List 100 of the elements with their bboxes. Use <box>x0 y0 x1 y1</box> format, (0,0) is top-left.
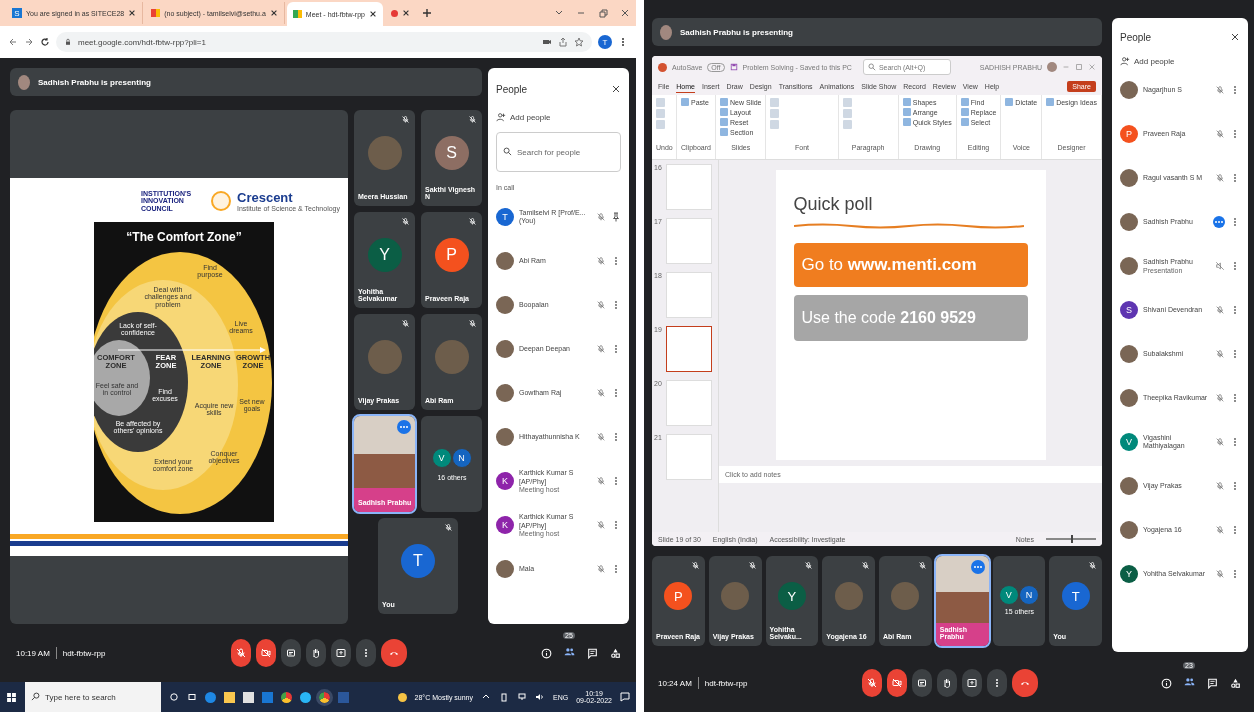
profile-avatar[interactable]: T <box>598 35 612 49</box>
photo-placeholder <box>367 340 402 374</box>
pin-icon[interactable] <box>611 212 621 222</box>
close-icon[interactable] <box>1230 32 1240 42</box>
code-instruction-box: Use the code 2160 9529 <box>793 295 1028 341</box>
add-person-icon <box>496 112 506 122</box>
restore-icon[interactable] <box>598 8 608 18</box>
chat-icon[interactable] <box>586 646 599 660</box>
camera-button[interactable] <box>256 639 276 667</box>
photo-placeholder <box>1120 257 1138 275</box>
share-icon[interactable] <box>558 37 568 47</box>
avatar: P <box>1120 125 1138 143</box>
avatar: N <box>1018 585 1039 605</box>
microphone-button[interactable] <box>862 669 882 697</box>
close-icon[interactable] <box>269 9 278 17</box>
microphone-icon <box>866 677 878 689</box>
new-tab-icon[interactable] <box>422 8 432 18</box>
activities-icon[interactable] <box>609 646 622 660</box>
photo-placeholder <box>367 136 402 170</box>
star-icon[interactable] <box>574 37 584 47</box>
reload-icon[interactable] <box>40 37 50 47</box>
search-icon <box>31 692 40 701</box>
avatar: K <box>496 516 514 534</box>
crescent-logo-text: Crescent <box>237 190 294 205</box>
present-button[interactable] <box>331 639 351 667</box>
photo-placeholder <box>1120 81 1138 99</box>
meeting-time: 10:19 AM <box>16 648 50 658</box>
captions-button[interactable] <box>281 639 301 667</box>
raise-hand-button[interactable] <box>306 639 326 667</box>
site-favicon-icon <box>151 9 161 17</box>
camera-icon[interactable] <box>542 37 552 47</box>
close-icon[interactable] <box>620 8 630 18</box>
camera-icon <box>260 647 272 659</box>
photo-placeholder <box>18 74 30 90</box>
people-icon[interactable] <box>1183 675 1196 688</box>
add-people-button[interactable]: Add people <box>496 110 551 124</box>
present-button[interactable] <box>962 669 982 697</box>
activities-icon[interactable] <box>1229 676 1242 690</box>
search-field[interactable]: Search for people <box>496 132 621 172</box>
photo-placeholder <box>1120 345 1138 363</box>
info-icon[interactable] <box>1160 676 1173 690</box>
meeting-code: hdt-fbtw-rpp <box>62 648 106 658</box>
photo-placeholder <box>891 582 920 610</box>
panel-title: People <box>1120 31 1152 43</box>
slide-title: Quick poll <box>793 194 874 215</box>
captions-icon <box>916 677 928 689</box>
task-view-icon[interactable] <box>187 692 197 702</box>
notification-icon[interactable] <box>620 692 630 702</box>
slide-thumbnail[interactable] <box>666 326 712 372</box>
app-logo-icon <box>658 62 667 72</box>
meeting-time: 10:24 AM <box>658 678 692 688</box>
avatar: V <box>1120 433 1138 451</box>
avatar: S <box>1120 301 1138 319</box>
avatar: Y <box>367 238 402 272</box>
recording-icon <box>391 9 398 17</box>
photo-placeholder <box>1120 169 1138 187</box>
close-icon[interactable] <box>128 9 137 17</box>
avatar: P <box>664 582 693 610</box>
captions-button[interactable] <box>912 669 932 697</box>
close-icon[interactable] <box>402 9 410 17</box>
leave-call-button[interactable] <box>381 639 407 667</box>
photo-placeholder <box>434 340 469 374</box>
camera-icon <box>891 677 903 689</box>
more-options-button[interactable] <box>356 639 376 667</box>
volume-icon[interactable] <box>535 692 545 702</box>
avatar: S <box>434 136 469 170</box>
photo-placeholder <box>721 582 750 610</box>
search-field[interactable]: Type here to search <box>25 682 161 712</box>
photo-placeholder <box>1120 521 1138 539</box>
close-icon[interactable] <box>369 10 377 18</box>
save-icon[interactable] <box>729 63 738 71</box>
site-favicon: S <box>12 8 22 18</box>
microphone-button[interactable] <box>231 639 251 667</box>
windows-start-icon[interactable] <box>6 691 17 703</box>
people-icon[interactable] <box>563 645 576 658</box>
photo-placeholder <box>834 582 863 610</box>
lock-icon <box>64 38 72 46</box>
more-options-button[interactable] <box>987 669 1007 697</box>
hand-icon <box>310 647 322 659</box>
back-icon[interactable] <box>8 37 18 47</box>
photo-placeholder <box>660 24 672 40</box>
address-bar[interactable]: meet.google.com/hdt-fbtw-rpp?pli=1 <box>56 32 592 52</box>
avatar: P <box>434 238 469 272</box>
raise-hand-button[interactable] <box>937 669 957 697</box>
avatar: T <box>1061 582 1090 610</box>
link-instruction-box: Go to www.menti.com <box>793 243 1028 287</box>
hand-icon <box>941 677 953 689</box>
forward-icon[interactable] <box>24 37 34 47</box>
avatar: T <box>496 208 514 226</box>
leave-call-button[interactable] <box>1012 669 1038 697</box>
add-people-button[interactable]: Add people <box>1120 54 1175 68</box>
close-icon[interactable] <box>611 84 621 94</box>
info-icon[interactable] <box>540 646 553 660</box>
camera-button[interactable] <box>887 669 907 697</box>
banner-text: Sadhish Prabhu is presenting <box>680 27 793 37</box>
chat-icon[interactable] <box>1206 676 1219 690</box>
photo-placeholder <box>496 560 514 578</box>
photo-placeholder[interactable] <box>1047 62 1057 72</box>
add-person-icon <box>1120 56 1130 66</box>
present-screen-icon <box>335 647 347 659</box>
